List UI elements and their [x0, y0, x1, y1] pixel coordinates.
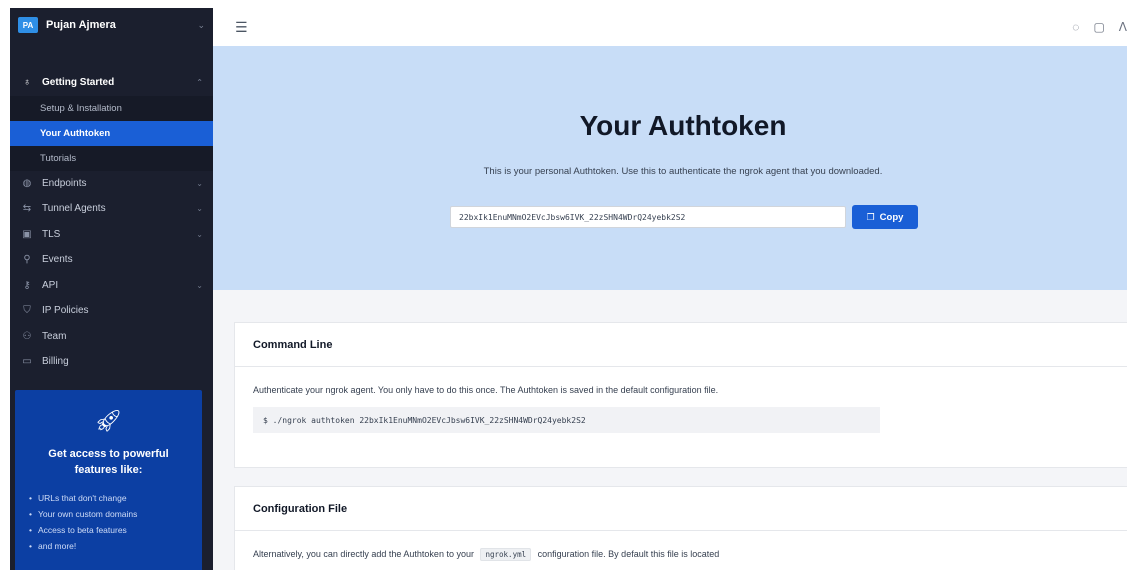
card-title: Command Line — [235, 323, 1127, 367]
upgrade-promo[interactable]: 🚀︎ Get access to powerful features like:… — [15, 390, 202, 570]
promo-feature: URLs that don't change — [29, 490, 202, 506]
sidebar-item-team[interactable]: ⚇ Team — [10, 324, 213, 350]
sidebar-item-setup[interactable]: Setup & Installation — [10, 95, 213, 121]
org-switcher[interactable]: PA Pujan Ajmera ⌄ — [10, 8, 213, 42]
sidebar-item-tls[interactable]: ▣ TLS ⌄ — [10, 222, 213, 248]
top-bar: ☰ ◌ ▢ ᐱ — [213, 8, 1127, 46]
rocket-icon: ♁ — [23, 77, 31, 89]
card-text: Alternatively, you can directly add the … — [235, 531, 1127, 561]
card-text: Authenticate your ngrok agent. You only … — [253, 385, 719, 395]
help-icon[interactable]: ◌ — [1072, 20, 1079, 34]
sidebar-item-label: Events — [42, 254, 73, 266]
sidebar-item-ip-policies[interactable]: ⛉ IP Policies — [10, 298, 213, 324]
promo-feature-list: URLs that don't change Your own custom d… — [15, 490, 202, 554]
sidebar-item-label: API — [42, 279, 59, 291]
page-description: This is your personal Authtoken. Use thi… — [483, 166, 883, 177]
config-filename: ngrok.yml — [480, 548, 532, 561]
sidebar-item-events[interactable]: ⚲ Events — [10, 247, 213, 273]
copy-button-label: Copy — [879, 211, 904, 223]
sidebar-section-getting-started[interactable]: ♁ Getting Started ⌃ — [10, 70, 213, 96]
team-icon: ⚇ — [22, 330, 32, 342]
chevron-down-icon: ⌄ — [196, 204, 203, 214]
sidebar-item-label: TLS — [42, 228, 61, 240]
sidebar-item-label: Billing — [42, 356, 69, 368]
authtoken-field[interactable] — [450, 206, 846, 228]
configuration-file-card: Configuration File Alternatively, you ca… — [234, 486, 1127, 570]
rocket-icon: 🚀︎ — [94, 408, 123, 433]
sidebar-item-tutorials[interactable]: Tutorials — [10, 145, 213, 171]
sidebar-item-label: Team — [42, 330, 67, 342]
sidebar-item-label: IP Policies — [42, 305, 89, 317]
command-line-card: Command Line Authenticate your ngrok age… — [234, 322, 1127, 468]
command-code-block[interactable]: $ ./ngrok authtoken 22bxIk1EnuMNmO2EVcJb… — [253, 407, 880, 433]
sidebar-item-tunnel-agents[interactable]: ⇆ Tunnel Agents ⌄ — [10, 196, 213, 222]
page-margin — [0, 0, 10, 570]
sidebar-item-endpoints[interactable]: ◍ Endpoints ⌄ — [10, 171, 213, 197]
top-bar-actions: ◌ ▢ ᐱ — [1058, 8, 1127, 46]
copy-icon: ❐ — [866, 211, 875, 222]
card-text-after: configuration file. By default this file… — [537, 549, 720, 559]
sidebar-section-label: Getting Started — [42, 77, 115, 89]
card-text-before: Alternatively, you can directly add the … — [253, 549, 474, 559]
user-icon[interactable]: ᐱ — [1119, 20, 1127, 34]
events-icon: ⚲ — [23, 254, 31, 266]
card-title: Configuration File — [235, 487, 1127, 531]
sidebar-item-label: Endpoints — [42, 177, 87, 189]
chevron-down-icon: ⌄ — [196, 229, 203, 239]
key-icon: ⚷ — [23, 279, 31, 291]
tunnel-icon: ⇆ — [22, 203, 32, 215]
chevron-down-icon: ⌄ — [196, 178, 203, 188]
sidebar-item-api[interactable]: ⚷ API ⌄ — [10, 273, 213, 299]
promo-feature: Access to beta features — [29, 522, 202, 538]
sidebar: PA Pujan Ajmera ⌄ ♁ Getting Started ⌃ Se… — [10, 8, 213, 570]
copy-button[interactable]: ❐ Copy — [852, 205, 918, 229]
billing-icon: ▭ — [22, 356, 32, 368]
sidebar-item-billing[interactable]: ▭ Billing — [10, 349, 213, 375]
chevron-down-icon: ⌄ — [196, 280, 203, 290]
sidebar-item-label: Tunnel Agents — [42, 203, 106, 215]
promo-feature: and more! — [29, 538, 202, 554]
promo-title: Get access to powerful features like: — [48, 448, 169, 476]
page-title: Your Authtoken — [579, 110, 787, 141]
org-avatar: PA — [18, 17, 38, 33]
org-name: Pujan Ajmera — [46, 19, 116, 31]
docs-icon[interactable]: ▢ — [1093, 20, 1104, 34]
sidebar-item-authtoken[interactable]: Your Authtoken — [10, 120, 213, 146]
chevron-up-icon: ⌃ — [196, 78, 203, 88]
chevron-down-icon: ⌄ — [197, 19, 205, 30]
menu-icon[interactable]: ☰ — [235, 19, 248, 36]
shield-icon: ⛉ — [23, 305, 31, 317]
globe-icon: ◍ — [22, 177, 32, 189]
lock-icon: ▣ — [22, 228, 32, 240]
authtoken-hero: Your Authtoken This is your personal Aut… — [213, 46, 1127, 290]
promo-feature: Your own custom domains — [29, 506, 202, 522]
